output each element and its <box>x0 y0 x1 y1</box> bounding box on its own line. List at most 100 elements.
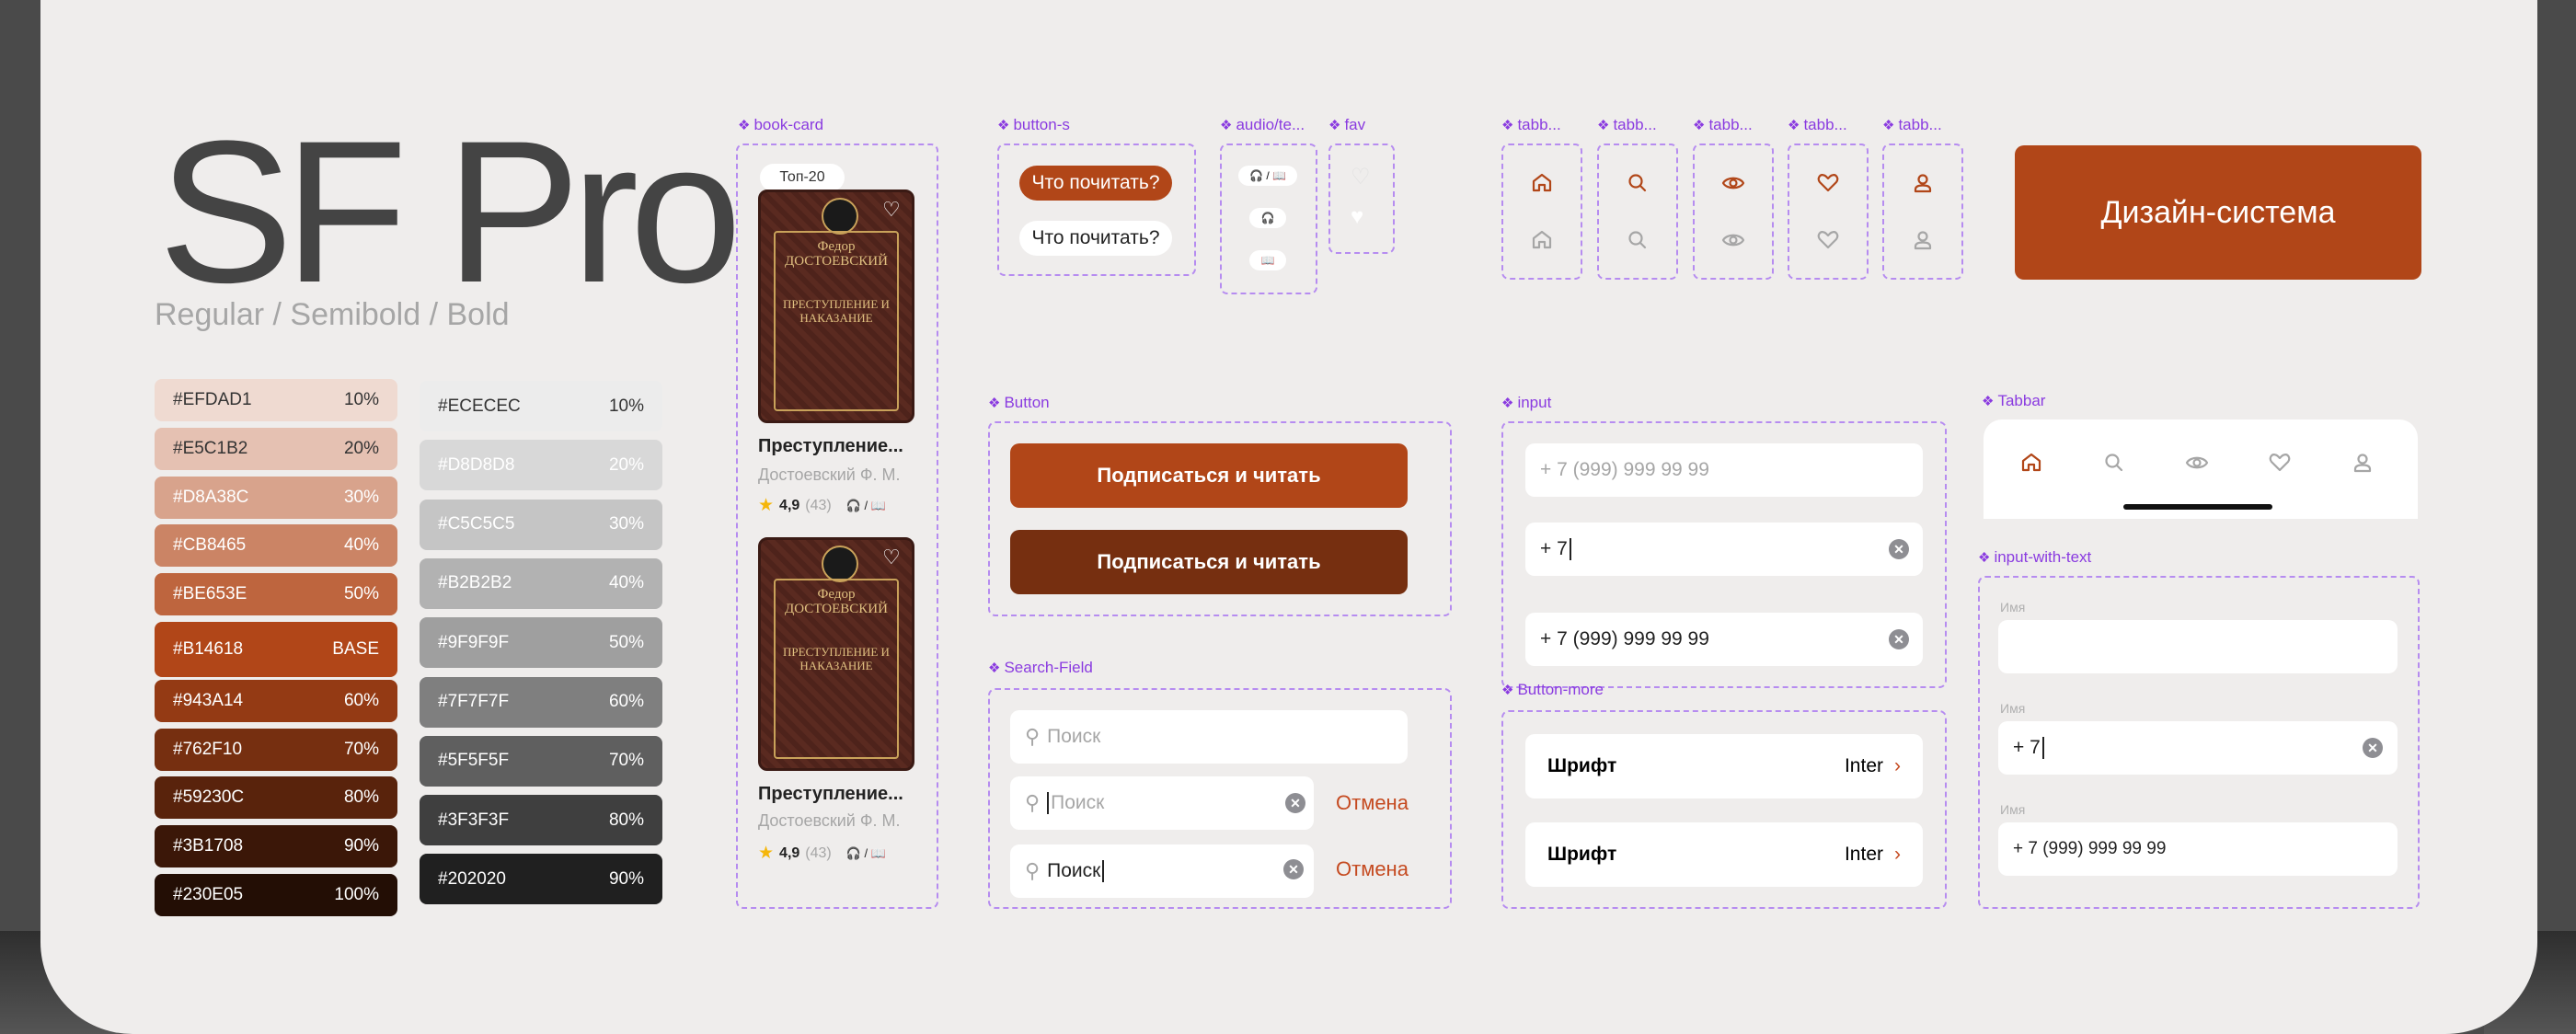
search-input-idle[interactable]: ⚲ Поиск <box>1010 710 1408 764</box>
swatch-percent: 50% <box>608 632 644 652</box>
tab-eye-icon[interactable] <box>2185 451 2209 475</box>
row-value: Inter <box>1844 844 1883 865</box>
heart-icon[interactable]: ♡ <box>882 546 901 569</box>
font-title: SF Pro <box>158 98 742 325</box>
color-swatch: #D8A38C 30% <box>155 476 397 519</box>
search-icon[interactable] <box>1626 228 1650 252</box>
subscribe-button-pressed[interactable]: Подписаться и читать <box>1010 530 1408 594</box>
swatch-hex: #BE653E <box>173 584 247 604</box>
search-input-filled[interactable]: ⚲ Поиск <box>1010 844 1314 898</box>
swatch-hex: #B14618 <box>173 639 244 659</box>
font-setting-row[interactable]: Шрифт Inter › <box>1525 734 1923 798</box>
phone-input-typing[interactable]: + 7 <box>1525 523 1923 576</box>
cover-title: ПРЕСТУПЛЕНИЕ И НАКАЗАНИЕ <box>783 644 890 673</box>
clear-icon[interactable]: ✕ <box>1889 629 1909 649</box>
clear-icon[interactable]: ✕ <box>1889 539 1909 559</box>
audio-badge: 🎧 <box>1249 208 1286 228</box>
format-icons: 🎧 / 📖 <box>845 498 886 512</box>
cover-author: Федор ДОСТОЕВСКИЙ <box>785 587 888 616</box>
swatch-hex: #9F9F9F <box>438 632 510 652</box>
name-input-typing[interactable]: + 7 <box>1998 721 2398 775</box>
swatch-percent: 20% <box>343 438 379 458</box>
home-icon[interactable] <box>1530 171 1554 195</box>
component-icon: ❖ <box>997 118 1010 133</box>
pill-button-secondary[interactable]: Что почитать? <box>1019 221 1172 256</box>
name-input-empty[interactable] <box>1998 620 2398 673</box>
search-icon: ⚲ <box>1025 725 1041 748</box>
component-icon: ❖ <box>1501 683 1514 698</box>
text-caret <box>2041 737 2044 759</box>
pill-button-primary[interactable]: Что почитать? <box>1019 166 1172 201</box>
row-value-wrap: Inter › <box>1845 755 1901 777</box>
tab-heart-icon[interactable] <box>2268 451 2292 475</box>
heart-icon[interactable] <box>1816 171 1840 195</box>
heart-icon[interactable] <box>1816 228 1840 252</box>
home-icon[interactable] <box>1530 228 1554 252</box>
tab-user-icon[interactable] <box>2351 451 2375 475</box>
phone-input-filled[interactable]: + 7 (999) 999 99 99 <box>1525 613 1923 666</box>
phone-input-placeholder[interactable]: + 7 (999) 999 99 99 <box>1525 443 1923 497</box>
color-swatch: #3F3F3F 80% <box>420 795 662 846</box>
swatch-hex: #ECECEC <box>438 396 521 416</box>
component-icon: ❖ <box>1788 118 1800 133</box>
swatch-hex: #D8D8D8 <box>438 454 515 475</box>
heart-icon[interactable]: ♡ <box>882 198 901 222</box>
swatch-hex: #3F3F3F <box>438 810 510 830</box>
rating-count: (43) <box>805 497 832 513</box>
swatch-percent: 30% <box>608 514 644 534</box>
swatch-hex: #943A14 <box>173 690 244 710</box>
swatch-percent: 20% <box>608 454 644 475</box>
swatch-hex: #E5C1B2 <box>173 438 248 458</box>
swatch-percent: 100% <box>334 885 379 904</box>
tab-search-icon[interactable] <box>2102 451 2126 475</box>
book-cover-2[interactable]: ♡ Федор ДОСТОЕВСКИЙ ПРЕСТУПЛЕНИЕ И НАКАЗ… <box>758 537 914 771</box>
eye-icon[interactable] <box>1721 171 1745 195</box>
button-s-frame <box>997 144 1196 276</box>
font-weights: Regular / Semibold / Bold <box>155 297 510 332</box>
clear-icon[interactable]: ✕ <box>1283 859 1304 879</box>
color-swatch: #762F10 70% <box>155 728 397 771</box>
tab-home-icon[interactable] <box>2019 451 2043 475</box>
user-icon[interactable] <box>1911 228 1935 252</box>
component-icon: ❖ <box>1501 118 1514 133</box>
eye-icon[interactable] <box>1721 228 1745 252</box>
search-input-focused[interactable]: ⚲ Поиск <box>1010 776 1314 830</box>
heart-filled-icon[interactable]: ♥ <box>1351 204 1363 230</box>
font-setting-row[interactable]: Шрифт Inter › <box>1525 822 1923 887</box>
publisher-emblem <box>822 198 858 235</box>
user-icon[interactable] <box>1911 171 1935 195</box>
swatch-hex: #EFDAD1 <box>173 390 252 409</box>
search-icon[interactable] <box>1626 171 1650 195</box>
cancel-button[interactable]: Отмена <box>1336 857 1409 881</box>
component-icon: ❖ <box>1220 118 1233 133</box>
swatch-hex: #230E05 <box>173 885 244 904</box>
swatch-hex: #CB8465 <box>173 535 247 556</box>
search-field-label: ❖ Search-Field <box>988 659 1093 676</box>
color-swatch: #B14618 BASE <box>155 622 397 677</box>
chevron-right-icon: › <box>1894 755 1901 776</box>
name-input-filled[interactable]: + 7 (999) 999 99 99 <box>1998 822 2398 876</box>
clear-icon[interactable]: ✕ <box>1285 793 1305 813</box>
swatch-percent: 10% <box>608 396 644 416</box>
swatch-percent: 60% <box>608 692 644 711</box>
swatch-percent: 50% <box>343 584 379 604</box>
audio-text-label: ❖ audio/te... <box>1220 116 1305 133</box>
star-icon: ★ <box>758 844 775 863</box>
tabbar-label: ❖ Tabbar <box>1982 392 2046 409</box>
format-icons: 🎧 / 📖 <box>845 845 886 860</box>
heart-outline-icon[interactable]: ♡ <box>1351 164 1371 190</box>
book-rating: ★ 4,9 (43) 🎧 / 📖 <box>758 843 886 864</box>
cancel-button[interactable]: Отмена <box>1336 791 1409 815</box>
swatch-percent: 90% <box>608 868 644 889</box>
color-swatch: #9F9F9F 50% <box>420 617 662 669</box>
color-swatch: #B2B2B2 40% <box>420 557 662 609</box>
audio-text-badge: 🎧 / 📖 <box>1238 166 1297 186</box>
book-author: Достоевский Ф. М. <box>758 465 901 484</box>
swatch-percent: 80% <box>608 810 644 830</box>
input-label: ❖ input <box>1501 394 1552 411</box>
clear-icon[interactable]: ✕ <box>2363 738 2383 758</box>
component-icon: ❖ <box>738 118 751 133</box>
book-cover[interactable]: ♡ Федор ДОСТОЕВСКИЙ ПРЕСТУПЛЕНИЕ И НАКАЗ… <box>758 190 914 423</box>
tabbar-item-label: ❖ tabb... <box>1501 116 1561 133</box>
subscribe-button-primary[interactable]: Подписаться и читать <box>1010 443 1408 508</box>
